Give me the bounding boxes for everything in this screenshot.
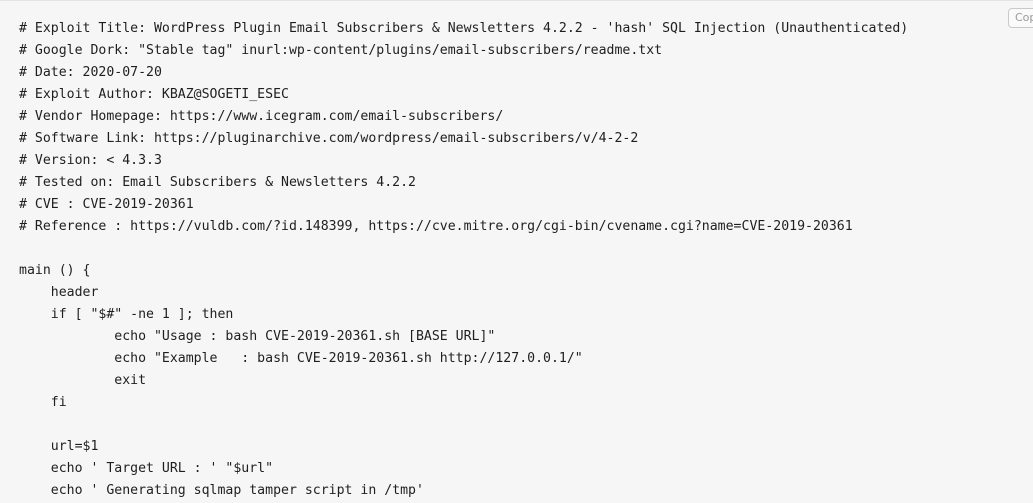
code-line: # Exploit Author: KBAZ@SOGETI_ESEC bbox=[19, 87, 289, 102]
exploit-source-code: # Exploit Title: WordPress Plugin Email … bbox=[19, 18, 908, 502]
code-line: fi bbox=[19, 395, 67, 410]
code-line: echo "Example : bash CVE-2019-20361.sh h… bbox=[19, 351, 583, 366]
code-line: # CVE : CVE-2019-20361 bbox=[19, 197, 194, 212]
code-line: # Date: 2020-07-20 bbox=[19, 65, 162, 80]
code-line: url=$1 bbox=[19, 439, 99, 454]
code-line: echo ' Target URL : ' "$url" bbox=[19, 461, 274, 476]
code-line: echo "Usage : bash CVE-2019-20361.sh [BA… bbox=[19, 329, 496, 344]
code-line: main () { bbox=[19, 263, 91, 278]
code-line: exit bbox=[19, 373, 147, 388]
copy-button[interactable]: Copy bbox=[1008, 8, 1033, 28]
code-line: if [ "$#" -ne 1 ]; then bbox=[19, 307, 234, 322]
code-line: # Software Link: https://pluginarchive.c… bbox=[19, 131, 639, 146]
code-line: # Tested on: Email Subscribers & Newslet… bbox=[19, 175, 416, 190]
code-block: # Exploit Title: WordPress Plugin Email … bbox=[0, 0, 1033, 503]
code-line: # Exploit Title: WordPress Plugin Email … bbox=[19, 21, 909, 36]
code-line: header bbox=[19, 285, 99, 300]
code-line: # Version: < 4.3.3 bbox=[19, 153, 162, 168]
code-line: # Reference : https://vuldb.com/?id.1483… bbox=[19, 219, 853, 234]
code-line: # Google Dork: "Stable tag" inurl:wp-con… bbox=[19, 43, 663, 58]
code-line: # Vendor Homepage: https://www.icegram.c… bbox=[19, 109, 504, 124]
code-line: echo ' Generating sqlmap tamper script i… bbox=[19, 483, 424, 498]
